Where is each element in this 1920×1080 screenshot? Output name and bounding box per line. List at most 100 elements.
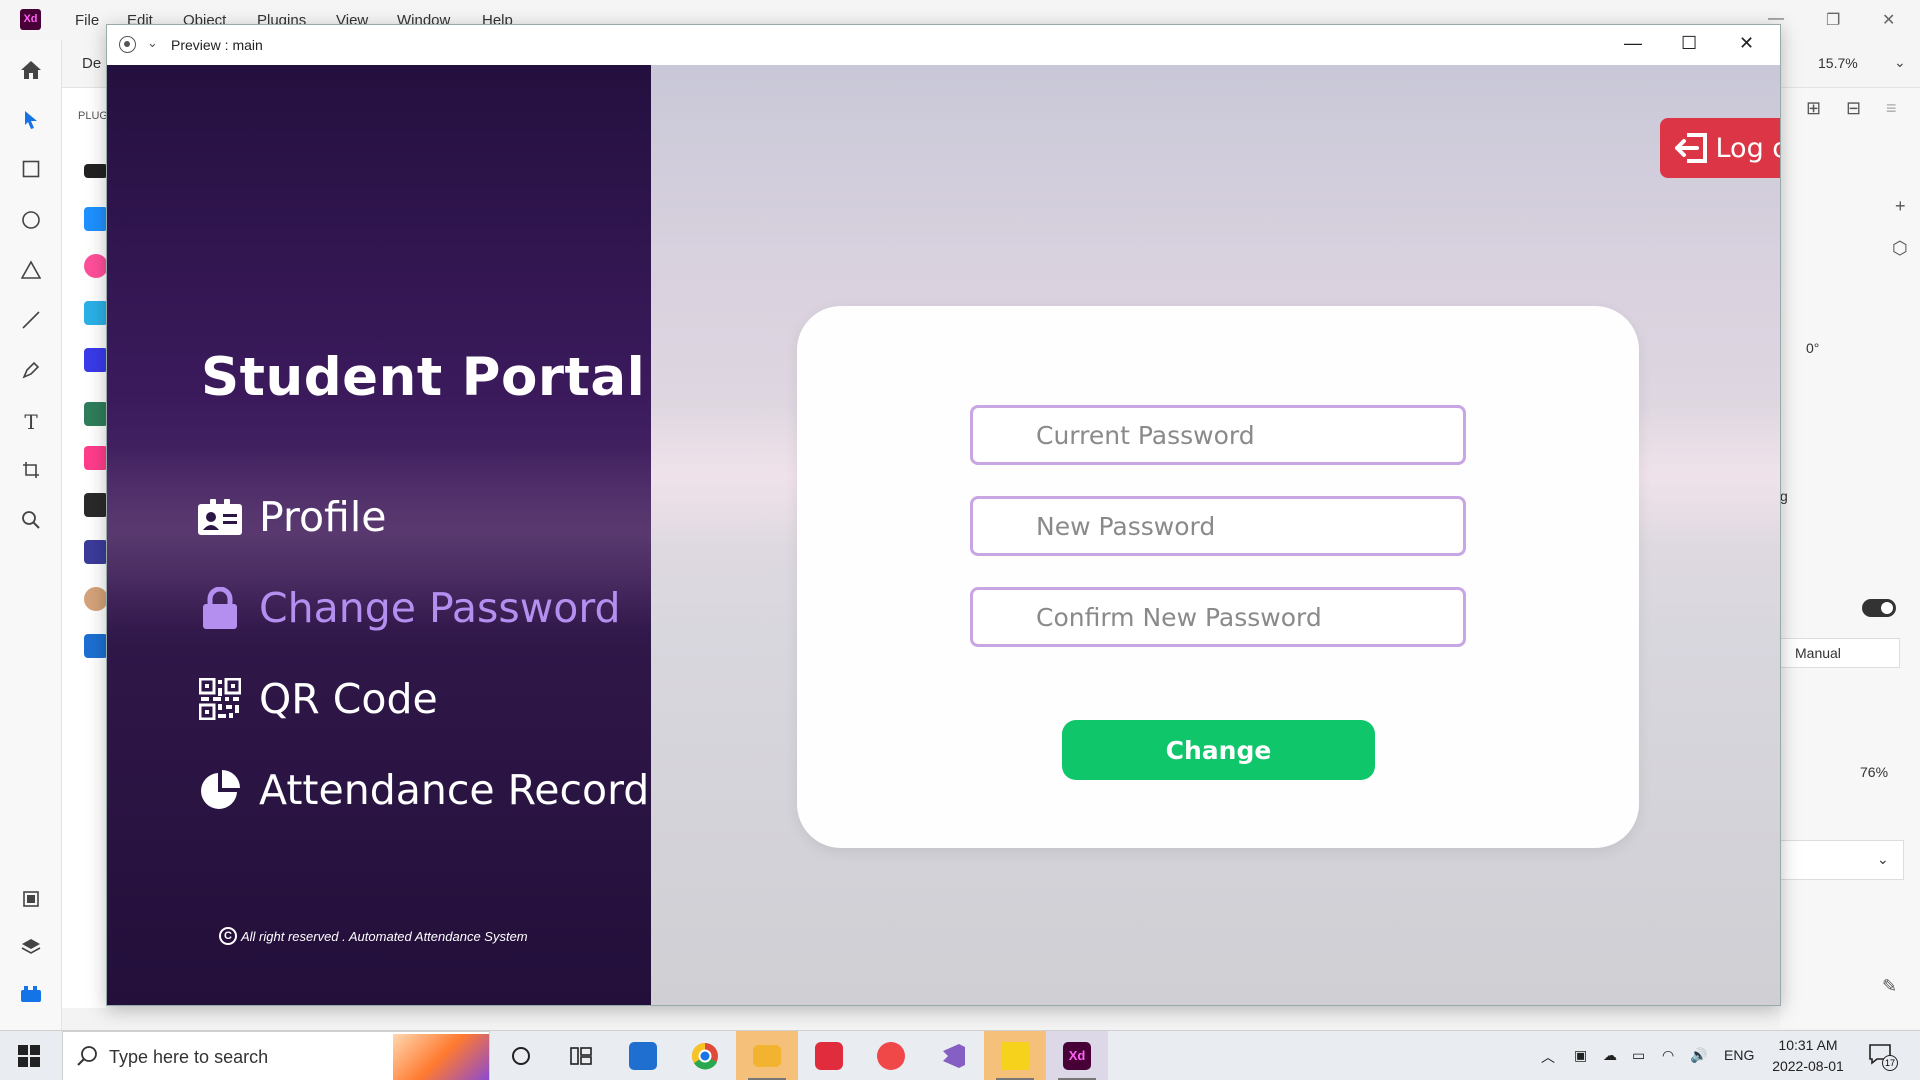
preview-maximize-icon[interactable]: ☐: [1681, 33, 1697, 54]
select-tool-icon[interactable]: [19, 110, 43, 134]
notification-center-icon[interactable]: 17: [1868, 1043, 1898, 1071]
logout-button[interactable]: Log out: [1660, 118, 1780, 178]
add-icon[interactable]: +: [1895, 196, 1906, 217]
visual-studio-icon[interactable]: [922, 1031, 984, 1080]
pie-chart-icon: [197, 767, 243, 813]
plugin-search-icon[interactable]: [84, 301, 108, 325]
nav-item-change-password[interactable]: Change Password: [197, 583, 621, 633]
wifi-icon[interactable]: ◠: [1662, 1047, 1674, 1064]
rotation-value[interactable]: 0°: [1806, 340, 1819, 356]
align-right-icon[interactable]: ⊟: [1846, 98, 1861, 119]
toggle-switch[interactable]: [1862, 599, 1896, 617]
text-tool-icon[interactable]: T: [19, 410, 43, 434]
nav-label-change-password: Change Password: [259, 584, 621, 632]
line-tool-icon[interactable]: [19, 310, 43, 334]
plugin-cup-icon[interactable]: [84, 402, 108, 426]
xd-tools-panel: T: [0, 40, 62, 1030]
search-highlight-art: [393, 1034, 489, 1080]
nav-item-qr-code[interactable]: QR Code: [197, 674, 438, 724]
plugin-avatar-icon[interactable]: [84, 587, 108, 611]
confirm-password-field[interactable]: [970, 587, 1466, 647]
nav-label-profile: Profile: [259, 493, 387, 541]
distribute-icon[interactable]: ≡: [1886, 98, 1897, 119]
nav-item-attendance-record[interactable]: Attendance Record: [197, 765, 649, 815]
confirm-password-input[interactable]: [973, 590, 1463, 644]
zoom-chevron-icon[interactable]: ⌄: [1894, 54, 1906, 71]
ellipse-tool-icon[interactable]: [19, 210, 43, 234]
zoom-level[interactable]: 15.7%: [1818, 55, 1858, 71]
plugin-chart-icon[interactable]: [84, 634, 108, 658]
chevron-down-icon[interactable]: ⌄: [147, 35, 158, 51]
plugin-list-icon[interactable]: [84, 493, 108, 517]
blend-chevron-icon: ⌄: [1877, 851, 1889, 867]
eyedropper-icon[interactable]: ✎: [1882, 976, 1897, 997]
xd-restore-icon[interactable]: ❐: [1826, 10, 1840, 30]
record-icon[interactable]: [119, 36, 136, 53]
polygon-tool-icon[interactable]: [19, 260, 43, 284]
zoom-tool-icon[interactable]: [19, 510, 43, 534]
tray-chevron-icon[interactable]: ︿: [1541, 1047, 1555, 1067]
plugins-label: PLUG: [78, 110, 108, 122]
rectangle-tool-icon[interactable]: [19, 160, 43, 184]
current-password-input[interactable]: [973, 408, 1463, 462]
assets-icon[interactable]: [19, 890, 43, 914]
preview-close-icon[interactable]: ✕: [1739, 33, 1754, 54]
cortana-icon[interactable]: [490, 1031, 552, 1080]
current-password-field[interactable]: [970, 405, 1466, 465]
student-portal-app: Student Portal Profile Change Password Q…: [107, 65, 1780, 1005]
plugin-grid-icon[interactable]: [84, 348, 108, 372]
battery-icon[interactable]: ▭: [1632, 1047, 1645, 1064]
change-button[interactable]: Change: [1062, 720, 1375, 780]
plugins-panel-icon[interactable]: [19, 985, 43, 1009]
tray-meet-icon[interactable]: ▣: [1574, 1047, 1587, 1064]
lock-icon: [197, 585, 243, 631]
artboard-tool-icon[interactable]: [19, 460, 43, 484]
file-explorer-icon[interactable]: [736, 1031, 798, 1080]
task-view-icon[interactable]: [550, 1031, 612, 1080]
language-indicator[interactable]: ENG: [1724, 1047, 1754, 1063]
notification-count: 17: [1882, 1055, 1898, 1071]
copyright-icon: C: [219, 927, 237, 945]
pen-tool-icon[interactable]: [19, 360, 43, 384]
main-content: Log out Change: [651, 65, 1780, 1005]
layers-icon[interactable]: [19, 937, 43, 961]
taskbar-search-placeholder: Type here to search: [109, 1047, 269, 1067]
new-password-input[interactable]: [973, 499, 1463, 553]
change-password-card: Change: [797, 306, 1639, 848]
align-center-icon[interactable]: ⊞: [1806, 98, 1821, 119]
onedrive-icon[interactable]: ☁: [1603, 1047, 1617, 1064]
clock[interactable]: 10:31 AM 2022-08-01: [1768, 1035, 1848, 1077]
id-card-icon: [197, 494, 243, 540]
xd-close-icon[interactable]: ✕: [1882, 10, 1895, 30]
3d-transform-icon[interactable]: ⬡: [1892, 238, 1908, 259]
menu-file[interactable]: File: [75, 12, 99, 29]
windows-start-icon[interactable]: [18, 1045, 40, 1072]
opacity-value[interactable]: 76%: [1860, 764, 1888, 780]
nav-label-qr-code: QR Code: [259, 675, 438, 723]
volume-icon[interactable]: 🔊: [1690, 1047, 1707, 1064]
adobe-xd-taskbar-icon[interactable]: Xd: [1046, 1031, 1108, 1080]
plugin-lines-icon[interactable]: [84, 164, 108, 178]
screen-recorder-icon[interactable]: [798, 1031, 860, 1080]
home-icon[interactable]: [19, 60, 43, 84]
plugin-layout-icon[interactable]: [84, 446, 108, 470]
resize-mode-value: Manual: [1795, 645, 1841, 661]
sticky-notes-icon[interactable]: [984, 1031, 1046, 1080]
plugin-circle-icon[interactable]: [84, 254, 108, 278]
clock-date: 2022-08-01: [1772, 1058, 1844, 1074]
nav-label-attendance-record: Attendance Record: [259, 766, 650, 814]
new-password-field[interactable]: [970, 496, 1466, 556]
mail-icon[interactable]: [612, 1031, 674, 1080]
plugin-dots-icon[interactable]: [84, 540, 108, 564]
xd-logo-icon: Xd: [20, 9, 41, 30]
taskbar-search-box[interactable]: Type here to search: [62, 1031, 490, 1080]
design-tab[interactable]: De: [82, 55, 101, 72]
blend-mode-select[interactable]: ⌄: [1780, 840, 1904, 880]
chrome-icon[interactable]: [674, 1031, 736, 1080]
nav-item-profile[interactable]: Profile: [197, 492, 386, 542]
resize-mode-select[interactable]: Manual: [1780, 638, 1900, 668]
plugin-calendar-icon[interactable]: [84, 207, 108, 231]
preview-minimize-icon[interactable]: —: [1624, 33, 1642, 54]
media-app-icon[interactable]: [860, 1031, 922, 1080]
sidebar: Student Portal Profile Change Password Q…: [107, 65, 651, 1005]
